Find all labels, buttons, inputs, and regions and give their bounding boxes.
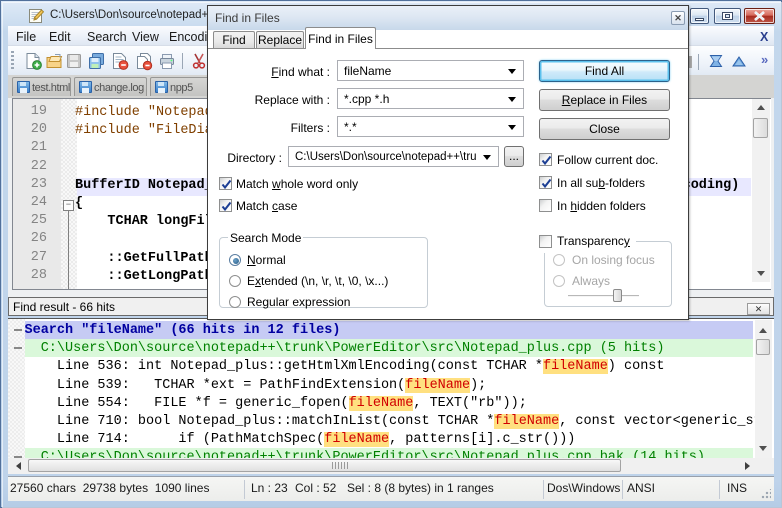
svg-text:»: » <box>761 53 768 67</box>
